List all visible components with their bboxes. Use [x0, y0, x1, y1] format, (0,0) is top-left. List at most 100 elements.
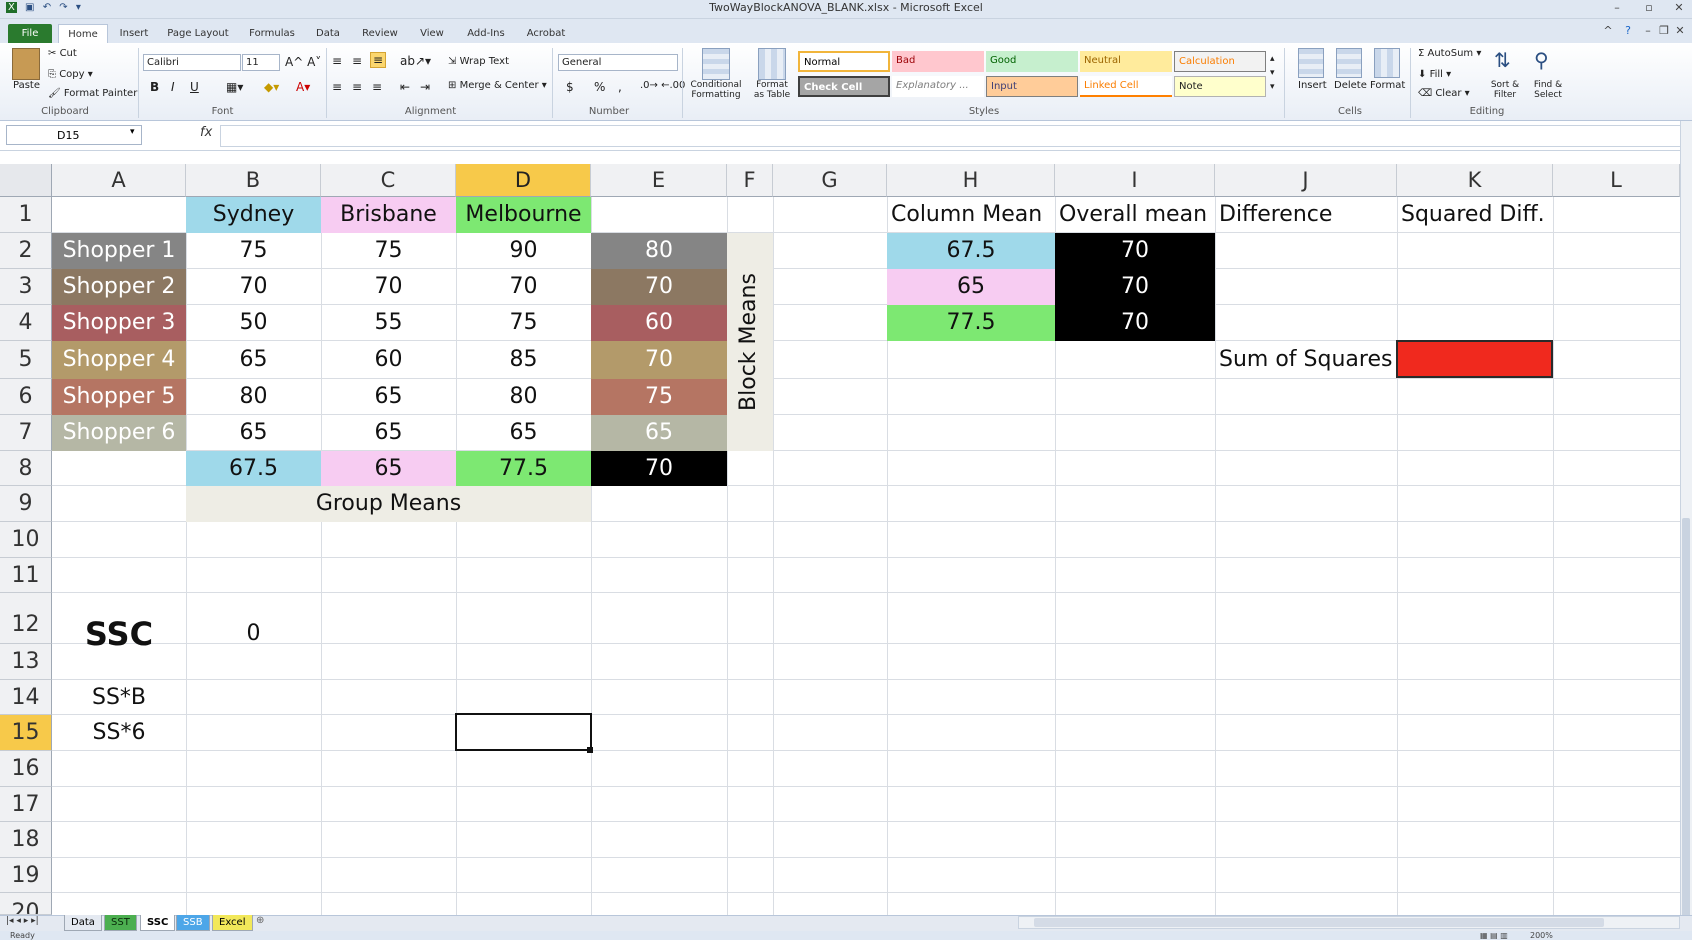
- group-mean-brisbane[interactable]: 65: [321, 451, 456, 486]
- data-cell[interactable]: 65: [321, 379, 456, 415]
- fill-icon[interactable]: ⬇: [1418, 69, 1430, 80]
- merge-center-button[interactable]: Merge & Center: [460, 80, 539, 91]
- tab-home[interactable]: Home: [58, 24, 108, 44]
- difference-header[interactable]: Difference: [1215, 197, 1397, 233]
- column-header-f[interactable]: F: [727, 164, 773, 197]
- header-brisbane[interactable]: Brisbane: [321, 197, 456, 233]
- tab-data[interactable]: Data: [308, 24, 348, 43]
- group-mean-melbourne[interactable]: 77.5: [456, 451, 591, 486]
- column-mean-cell[interactable]: 67.5: [887, 233, 1055, 269]
- select-all-corner[interactable]: [0, 164, 52, 197]
- overall-mean-value[interactable]: 70: [1055, 305, 1215, 341]
- clear-button[interactable]: Clear: [1435, 88, 1461, 99]
- shopper-label[interactable]: Shopper 5: [52, 379, 186, 415]
- row-header-13[interactable]: 13: [0, 644, 52, 680]
- column-header-a[interactable]: A: [52, 164, 186, 197]
- column-mean-cell[interactable]: 65: [887, 269, 1055, 305]
- autosum-button[interactable]: AutoSum: [1428, 48, 1474, 59]
- currency-button[interactable]: $: [566, 80, 574, 94]
- overall-mean-value[interactable]: 70: [1055, 233, 1215, 269]
- style-linked-cell[interactable]: Linked Cell: [1080, 76, 1172, 97]
- style-explanatory[interactable]: Explanatory ...: [892, 76, 984, 97]
- formula-input[interactable]: [220, 125, 1684, 147]
- style-normal[interactable]: Normal: [798, 51, 890, 72]
- copy-icon[interactable]: ⎘: [48, 69, 59, 80]
- group-means-label[interactable]: Group Means: [186, 486, 591, 522]
- fill-button[interactable]: Fill: [1430, 69, 1443, 80]
- workbook-restore-icon[interactable]: ❐: [1656, 24, 1672, 37]
- align-left-icon[interactable]: ≡: [332, 80, 342, 94]
- data-cell[interactable]: 75: [321, 233, 456, 269]
- paste-button[interactable]: Paste: [13, 80, 40, 91]
- column-header-d[interactable]: D: [456, 164, 591, 197]
- block-mean-cell[interactable]: 65: [591, 415, 727, 451]
- italic-button[interactable]: I: [171, 80, 175, 94]
- orientation-icon[interactable]: ab↗▾: [400, 54, 431, 68]
- column-header-h[interactable]: H: [887, 164, 1055, 197]
- row-header-14[interactable]: 14: [0, 680, 52, 715]
- shopper-label[interactable]: Shopper 1: [52, 233, 186, 269]
- vertical-scroll-thumb[interactable]: [1682, 518, 1690, 918]
- row-header-12[interactable]: 12: [0, 593, 52, 644]
- data-cell[interactable]: 80: [456, 379, 591, 415]
- data-cell[interactable]: 70: [186, 269, 321, 305]
- row-header-4[interactable]: 4: [0, 305, 52, 341]
- sort-filter-button[interactable]: Sort & Filter: [1484, 80, 1526, 100]
- row-header-11[interactable]: 11: [0, 558, 52, 593]
- workbook-close-icon[interactable]: ✕: [1672, 24, 1688, 37]
- sheet-nav-icons[interactable]: |◂ ◂ ▸ ▸|: [6, 916, 39, 926]
- column-header-l[interactable]: L: [1553, 164, 1680, 197]
- find-select-icon[interactable]: ⚲: [1534, 48, 1549, 72]
- cut-icon[interactable]: ✂: [48, 48, 60, 59]
- row-header-19[interactable]: 19: [0, 858, 52, 893]
- tab-add-ins[interactable]: Add-Ins: [458, 24, 514, 43]
- format-cells-icon[interactable]: [1374, 48, 1400, 78]
- view-mode-icons[interactable]: ▦ ▤ ▥: [1480, 931, 1508, 940]
- workbook-minimize-icon[interactable]: –: [1640, 24, 1656, 37]
- sheet-tab-ssb[interactable]: SSB: [176, 915, 210, 931]
- wrap-text-icon[interactable]: ⇲: [448, 56, 460, 67]
- data-cell[interactable]: 80: [186, 379, 321, 415]
- data-cell[interactable]: 60: [321, 341, 456, 379]
- row-header-17[interactable]: 17: [0, 787, 52, 822]
- grow-font-icon[interactable]: A^ A˅: [285, 55, 321, 69]
- row-header-9[interactable]: 9: [0, 486, 52, 522]
- autosum-icon[interactable]: Σ: [1418, 48, 1428, 59]
- column-header-e[interactable]: E: [591, 164, 727, 197]
- merge-center-icon[interactable]: ⊞: [448, 80, 460, 91]
- column-header-j[interactable]: J: [1215, 164, 1397, 197]
- align-center-icon[interactable]: ≡: [352, 80, 362, 94]
- block-mean-cell[interactable]: 75: [591, 379, 727, 415]
- name-box[interactable]: D15: [6, 125, 142, 145]
- tab-insert[interactable]: Insert: [112, 24, 156, 43]
- row-header-5[interactable]: 5: [0, 341, 52, 379]
- column-header-i[interactable]: I: [1055, 164, 1215, 197]
- copy-button[interactable]: Copy: [59, 69, 84, 80]
- name-box-dropdown-icon[interactable]: ▾: [130, 127, 135, 137]
- column-mean-cell[interactable]: 77.5: [887, 305, 1055, 341]
- conditional-formatting-button[interactable]: Conditional Formatting: [686, 80, 746, 100]
- cut-button[interactable]: Cut: [60, 48, 77, 59]
- font-color-icon[interactable]: A▾: [296, 80, 310, 94]
- row-header-1[interactable]: 1: [0, 197, 52, 233]
- overall-mean-header[interactable]: Overall mean: [1055, 197, 1215, 233]
- block-mean-cell[interactable]: 70: [591, 269, 727, 305]
- tab-acrobat[interactable]: Acrobat: [518, 24, 574, 43]
- ssc-value[interactable]: 0: [186, 593, 321, 680]
- data-cell[interactable]: 65: [186, 341, 321, 379]
- row-header-6[interactable]: 6: [0, 379, 52, 415]
- middle-align-icon[interactable]: ≡: [352, 54, 362, 68]
- minimize-ribbon-icon[interactable]: ^: [1600, 24, 1616, 37]
- sheet-tab-sst[interactable]: SST: [104, 915, 137, 931]
- style-calculation[interactable]: Calculation: [1174, 51, 1266, 72]
- ssc-label[interactable]: SSC: [52, 593, 186, 680]
- fill-color-icon[interactable]: ◆▾: [264, 80, 279, 94]
- shopper-label[interactable]: Shopper 4: [52, 341, 186, 379]
- insert-cells-icon[interactable]: [1298, 48, 1324, 78]
- active-cell-d15[interactable]: [455, 713, 592, 751]
- insert-function-button[interactable]: fx: [200, 125, 212, 140]
- style-neutral[interactable]: Neutral: [1080, 51, 1172, 72]
- data-cell[interactable]: 55: [321, 305, 456, 341]
- help-icon[interactable]: ?: [1620, 24, 1636, 37]
- data-cell[interactable]: 85: [456, 341, 591, 379]
